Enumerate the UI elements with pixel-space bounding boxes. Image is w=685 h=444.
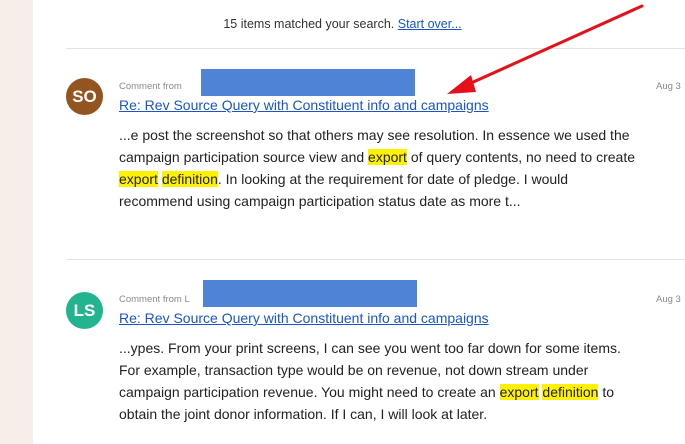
thread-title-link[interactable]: Re: Rev Source Query with Constituent in… xyxy=(119,97,489,113)
comment-date: Aug 3 xyxy=(656,294,681,305)
search-term-highlight: export xyxy=(119,171,158,187)
avatar[interactable]: LS xyxy=(66,292,103,329)
start-over-link[interactable]: Start over... xyxy=(398,17,462,31)
redacted-author-name xyxy=(203,280,417,307)
excerpt-text: of query contents, no need to create xyxy=(406,149,635,165)
search-term-highlight: export xyxy=(368,149,407,165)
left-margin-strip xyxy=(0,0,33,444)
comment-from-label: Comment from xyxy=(119,81,182,92)
search-term-highlight: export xyxy=(499,384,539,400)
search-term-highlight: definition xyxy=(161,171,218,187)
divider xyxy=(66,259,685,260)
avatar[interactable]: SO xyxy=(66,78,103,115)
comment-date: Aug 3 xyxy=(656,81,681,92)
redacted-author-name xyxy=(201,69,415,96)
search-summary: 15 items matched your search. Start over… xyxy=(0,17,685,31)
comment-excerpt: ...e post the screenshot so that others … xyxy=(119,124,644,212)
thread-title-link[interactable]: Re: Rev Source Query with Constituent in… xyxy=(119,310,489,326)
search-summary-text: 15 items matched your search. xyxy=(223,17,395,31)
comment-from-label: Comment from L xyxy=(119,294,190,305)
divider xyxy=(66,48,685,49)
search-term-highlight: definition xyxy=(542,384,599,400)
comment-excerpt: ...ypes. From your print screens, I can … xyxy=(119,337,644,425)
